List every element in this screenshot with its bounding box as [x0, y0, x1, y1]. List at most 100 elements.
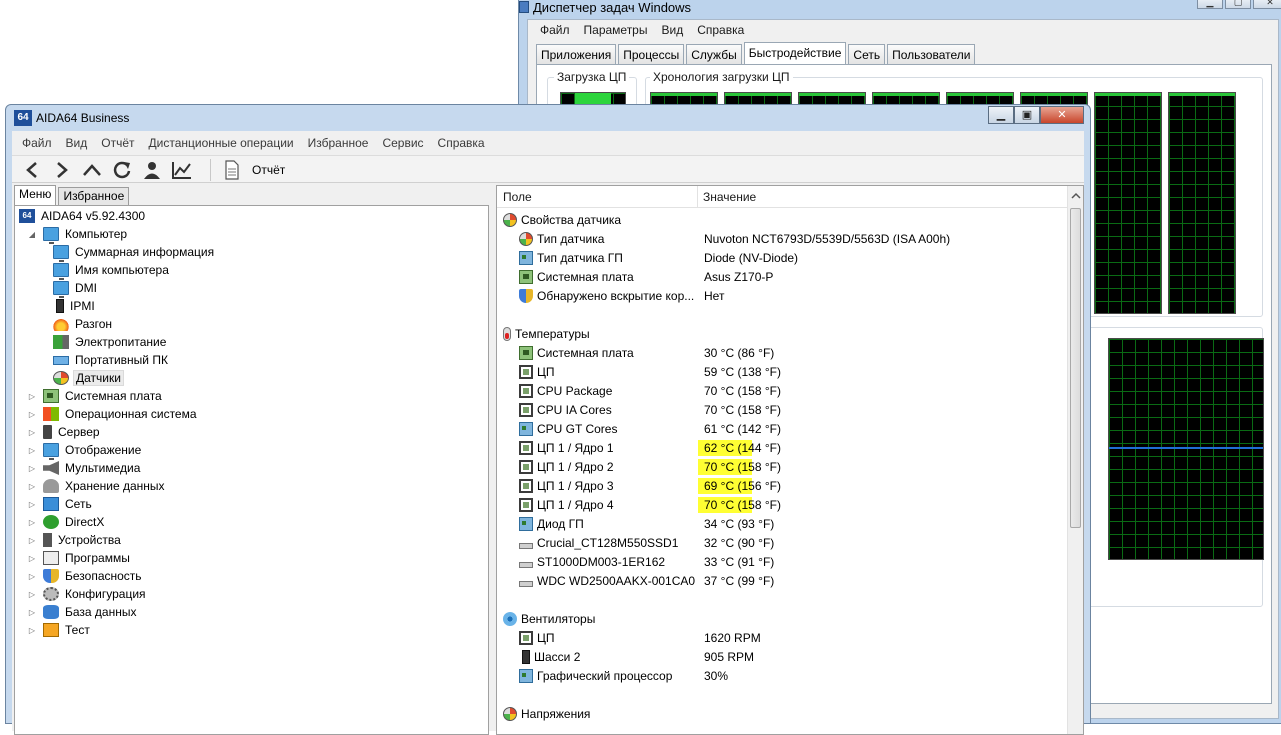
menu-report[interactable]: Отчёт	[101, 133, 134, 153]
menu-remote[interactable]: Дистанционные операции	[149, 133, 294, 153]
tab-processes[interactable]: Процессы	[618, 44, 685, 64]
tree-item[interactable]: ▷ Программы	[27, 549, 132, 567]
expand-arrow-icon[interactable]: ▷	[27, 428, 37, 437]
sensor-row[interactable]: Системная плата 30 °C (86 °F)	[497, 344, 1069, 363]
sensor-row[interactable]: ЦП 1 / Ядро 3 69 °C (156 °F)	[497, 477, 1069, 496]
tree-item[interactable]: 64 AIDA64 v5.92.4300	[19, 207, 147, 225]
column-divider[interactable]	[697, 186, 698, 208]
sensor-row[interactable]: Обнаружено вскрытие кор... Нет	[497, 287, 1069, 306]
sensor-row[interactable]: Crucial_CT128M550SSD1 32 °C (90 °F)	[497, 534, 1069, 553]
sensor-group-header[interactable]: Вентиляторы	[497, 610, 1069, 629]
tab-users[interactable]: Пользователи	[887, 44, 976, 64]
tree-item[interactable]: Портативный ПК	[53, 351, 170, 369]
back-button[interactable]	[20, 159, 44, 181]
sensor-row[interactable]: ЦП 1 / Ядро 4 70 °C (158 °F)	[497, 496, 1069, 515]
menu-file[interactable]: Файл	[540, 20, 570, 40]
tree-item[interactable]: ▷ Сервер	[27, 423, 102, 441]
sensor-row[interactable]: Системная плата Asus Z170-P	[497, 268, 1069, 287]
maximize-button[interactable]: ▢	[1225, 0, 1251, 9]
tree-item[interactable]: ▷ Безопасность	[27, 567, 144, 585]
tree-item[interactable]: ▷ DirectX	[27, 513, 106, 531]
tree-item[interactable]: ▷ Системная плата	[27, 387, 164, 405]
minimize-button[interactable]: ▁	[988, 106, 1014, 124]
expand-arrow-icon[interactable]: ▷	[27, 590, 37, 599]
aida64-window[interactable]: 64 AIDA64 Business ▁ ▣ ✕ Файл Вид Отчёт …	[5, 104, 1091, 735]
menu-help[interactable]: Справка	[438, 133, 485, 153]
expand-arrow-icon[interactable]: ▷	[27, 626, 37, 635]
tab-services[interactable]: Службы	[686, 44, 742, 64]
vertical-scrollbar[interactable]	[1067, 186, 1083, 734]
sensor-row[interactable]: Шасси 2 905 RPM	[497, 648, 1069, 667]
column-value[interactable]: Значение	[703, 190, 756, 204]
benchmark-button[interactable]	[170, 159, 194, 181]
expand-arrow-icon[interactable]: ▷	[27, 482, 37, 491]
scroll-up-icon[interactable]	[1069, 189, 1083, 203]
sensor-row[interactable]: ЦП 1 / Ядро 1 62 °C (144 °F)	[497, 439, 1069, 458]
tree-item[interactable]: ▷ Устройства	[27, 531, 123, 549]
sensor-row[interactable]: ST1000DM003-1ER162 33 °C (91 °F)	[497, 553, 1069, 572]
sensor-row[interactable]: ЦП 1620 RPM	[497, 629, 1069, 648]
tree-item[interactable]: DMI	[53, 279, 99, 298]
sensor-group-header[interactable]: Напряжения	[497, 705, 1069, 724]
menu-options[interactable]: Параметры	[584, 20, 648, 40]
column-field[interactable]: Поле	[503, 190, 532, 204]
tree-item[interactable]: Электропитание	[53, 333, 168, 351]
sensor-row[interactable]: Диод ГП 34 °C (93 °F)	[497, 515, 1069, 534]
sensor-row[interactable]: Тип датчика Nuvoton NCT6793D/5539D/5563D …	[497, 230, 1069, 249]
sensor-row[interactable]: ЦП 1 / Ядро 2 70 °C (158 °F)	[497, 458, 1069, 477]
tree-item[interactable]: Суммарная информация	[53, 243, 216, 262]
menu-file[interactable]: Файл	[22, 133, 52, 153]
expand-arrow-icon[interactable]: ▷	[27, 572, 37, 581]
sensor-group-header[interactable]: Температуры	[497, 325, 1069, 344]
sensor-group-header[interactable]: Свойства датчика	[497, 211, 1069, 230]
tree-item[interactable]: ▷ Операционная система	[27, 405, 199, 423]
user-button[interactable]	[140, 159, 164, 181]
tree-item[interactable]: Имя компьютера	[53, 261, 171, 280]
maximize-button[interactable]: ▣	[1014, 106, 1040, 124]
menu-view[interactable]: Вид	[661, 20, 683, 40]
menu-favorites[interactable]: Избранное	[308, 133, 369, 153]
expand-arrow-icon[interactable]: ▷	[27, 608, 37, 617]
sensor-row[interactable]: WDC WD2500AAKX-001CA0 37 °C (99 °F)	[497, 572, 1069, 591]
sensor-row[interactable]: Графический процессор 30%	[497, 667, 1069, 686]
sensor-row[interactable]: ЦП 59 °C (138 °F)	[497, 363, 1069, 382]
tree-item[interactable]: Датчики	[53, 369, 124, 387]
expand-arrow-icon[interactable]: ▷	[27, 464, 37, 473]
tree-item[interactable]: ◢ Компьютер	[27, 225, 129, 244]
forward-button[interactable]	[50, 159, 74, 181]
expand-arrow-icon[interactable]: ▷	[27, 446, 37, 455]
expand-arrow-icon[interactable]: ▷	[27, 536, 37, 545]
scrollbar-thumb[interactable]	[1070, 208, 1081, 528]
expand-arrow-icon[interactable]: ▷	[27, 518, 37, 527]
sensor-row[interactable]: CPU GT Cores 61 °C (142 °F)	[497, 420, 1069, 439]
close-button[interactable]: ✕	[1040, 106, 1084, 124]
menu-view[interactable]: Вид	[66, 133, 88, 153]
sensor-row[interactable]: Тип датчика ГП Diode (NV-Diode)	[497, 249, 1069, 268]
tree-item[interactable]: ▷ Отображение	[27, 441, 143, 460]
tab-favorites[interactable]: Избранное	[58, 187, 130, 205]
close-button[interactable]: ✕	[1253, 0, 1281, 9]
collapse-arrow-icon[interactable]: ◢	[27, 230, 37, 239]
sensor-row[interactable]: CPU Package 70 °C (158 °F)	[497, 382, 1069, 401]
tree-item[interactable]: ▷ База данных	[27, 603, 138, 621]
minimize-button[interactable]: ▁	[1197, 0, 1223, 9]
menu-help[interactable]: Справка	[697, 20, 744, 40]
tree-item[interactable]: ▷ Тест	[27, 621, 92, 639]
tree-item[interactable]: IPMI	[53, 297, 97, 315]
sensor-row[interactable]: CPU IA Cores 70 °C (158 °F)	[497, 401, 1069, 420]
tree-item[interactable]: ▷ Мультимедиа	[27, 459, 142, 477]
tree-item[interactable]: ▷ Хранение данных	[27, 477, 167, 495]
tree-item[interactable]: Разгон	[53, 315, 114, 333]
tab-applications[interactable]: Приложения	[536, 44, 617, 64]
tab-network[interactable]: Сеть	[848, 44, 886, 64]
tab-performance[interactable]: Быстродействие	[743, 42, 847, 64]
expand-arrow-icon[interactable]: ▷	[27, 554, 37, 563]
refresh-button[interactable]	[110, 159, 134, 181]
tree-item[interactable]: ▷ Конфигурация	[27, 585, 148, 603]
up-button[interactable]	[80, 159, 104, 181]
report-button[interactable]: Отчёт	[224, 160, 285, 180]
menu-service[interactable]: Сервис	[382, 133, 423, 153]
tab-menu[interactable]: Меню	[14, 185, 57, 205]
tree-item[interactable]: ▷ Сеть	[27, 495, 94, 513]
expand-arrow-icon[interactable]: ▷	[27, 392, 37, 401]
